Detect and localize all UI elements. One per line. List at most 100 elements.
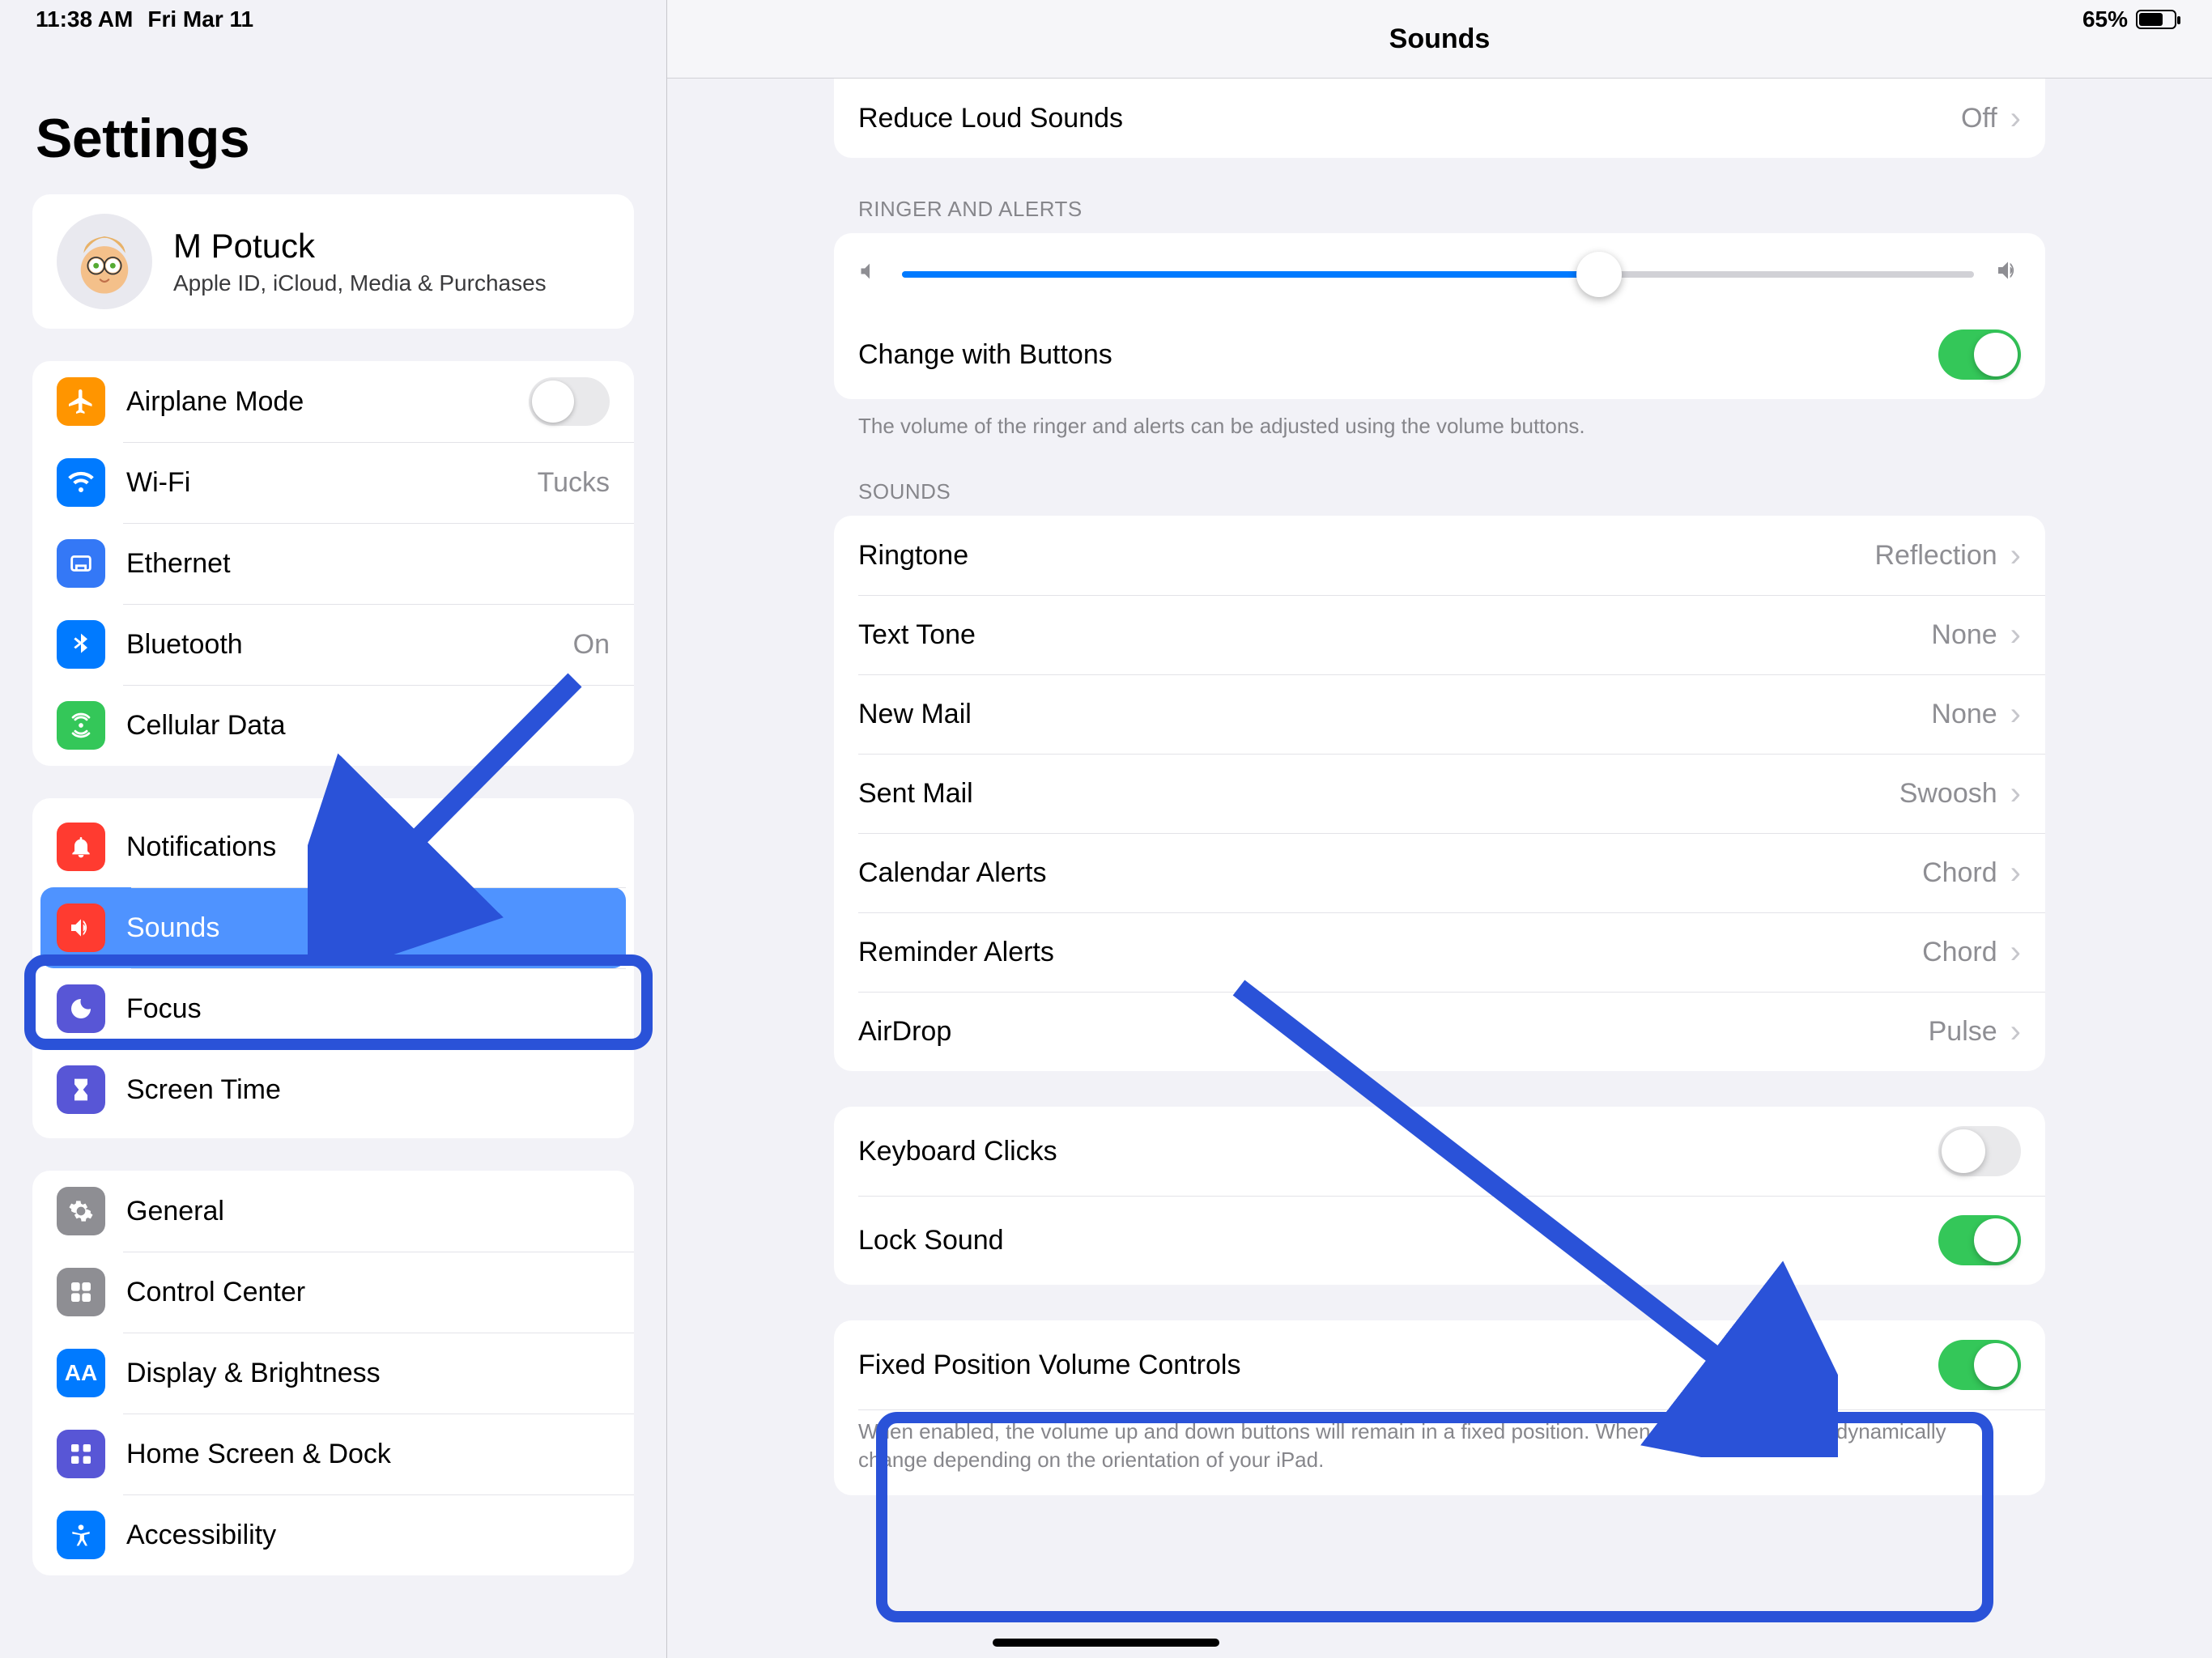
- chevron-right-icon: ›: [2010, 538, 2021, 574]
- profile-card[interactable]: M Potuck Apple ID, iCloud, Media & Purch…: [32, 194, 634, 329]
- home-screen-label: Home Screen & Dock: [126, 1439, 610, 1470]
- reduce-loud-label: Reduce Loud Sounds: [858, 103, 1123, 134]
- sound-item-label: New Mail: [858, 699, 972, 730]
- sounds-label: Sounds: [126, 912, 610, 944]
- status-time: 11:38 AM: [36, 6, 133, 32]
- wifi-icon: [57, 458, 105, 507]
- avatar: [57, 214, 152, 309]
- bluetooth-value: On: [573, 629, 610, 661]
- sidebar-item-airplane[interactable]: Airplane Mode: [32, 361, 634, 442]
- fpvc-toggle[interactable]: [1938, 1340, 2021, 1390]
- chevron-right-icon: ›: [2010, 617, 2021, 653]
- status-date: Fri Mar 11: [147, 6, 253, 32]
- sound-item-value: None: [1931, 699, 1997, 730]
- page-title: Settings: [36, 107, 634, 170]
- row-text-tone[interactable]: Text Tone None ›: [834, 595, 2045, 674]
- chevron-right-icon: ›: [2010, 1014, 2021, 1050]
- screen-time-label: Screen Time: [126, 1074, 610, 1106]
- sound-item-label: Sent Mail: [858, 778, 973, 810]
- accessibility-icon: [57, 1511, 105, 1559]
- sidebar-item-general[interactable]: General: [32, 1171, 634, 1252]
- row-new-mail[interactable]: New Mail None›: [834, 674, 2045, 754]
- fpvc-footer: When enabled, the volume up and down but…: [858, 1418, 2021, 1474]
- bluetooth-label: Bluetooth: [126, 629, 573, 661]
- sound-item-value: Chord: [1922, 937, 1997, 968]
- sidebar-item-bluetooth[interactable]: Bluetooth On: [32, 604, 634, 685]
- notifications-label: Notifications: [126, 831, 610, 863]
- sound-item-value: Chord: [1922, 857, 1997, 889]
- lock-sound-label: Lock Sound: [858, 1225, 1004, 1256]
- reduce-loud-value: Off: [1961, 103, 1997, 134]
- sidebar-item-display[interactable]: AA Display & Brightness: [32, 1333, 634, 1414]
- display-label: Display & Brightness: [126, 1358, 610, 1389]
- control-center-label: Control Center: [126, 1277, 610, 1308]
- sounds-icon: [57, 903, 105, 952]
- slider-track[interactable]: [902, 271, 1974, 278]
- detail-pane: Sounds Reduce Loud Sounds Off› RINGER AN…: [667, 0, 2212, 1658]
- sound-item-value: None: [1931, 619, 1997, 651]
- row-fixed-position-volume[interactable]: Fixed Position Volume Controls: [834, 1320, 2045, 1409]
- ringer-volume-slider[interactable]: [834, 233, 2045, 310]
- row-change-with-buttons[interactable]: Change with Buttons: [834, 310, 2045, 399]
- focus-icon: [57, 984, 105, 1033]
- profile-subtitle: Apple ID, iCloud, Media & Purchases: [173, 270, 547, 296]
- sidebar-item-focus[interactable]: Focus: [40, 968, 626, 1049]
- chevron-right-icon: ›: [2010, 776, 2021, 812]
- row-lock-sound[interactable]: Lock Sound: [834, 1196, 2045, 1285]
- screen-time-icon: [57, 1065, 105, 1114]
- chevron-right-icon: ›: [2010, 100, 2021, 137]
- battery-percentage: 65%: [2082, 6, 2128, 32]
- row-reminder-alerts[interactable]: Reminder Alerts Chord›: [834, 912, 2045, 992]
- keyboard-clicks-toggle[interactable]: [1938, 1126, 2021, 1176]
- keyboard-clicks-label: Keyboard Clicks: [858, 1136, 1057, 1167]
- wifi-label: Wi-Fi: [126, 467, 538, 499]
- chevron-right-icon: ›: [2010, 855, 2021, 891]
- sound-item-value: Pulse: [1929, 1016, 1997, 1048]
- sidebar-item-wifi[interactable]: Wi-Fi Tucks: [32, 442, 634, 523]
- sidebar-item-sounds[interactable]: Sounds: [40, 887, 626, 968]
- sound-item-value: Reflection: [1874, 540, 1997, 572]
- sidebar-item-cellular[interactable]: Cellular Data: [32, 685, 634, 766]
- sidebar-item-accessibility[interactable]: Accessibility: [32, 1494, 634, 1575]
- general-label: General: [126, 1196, 610, 1227]
- airplane-toggle[interactable]: [529, 377, 610, 426]
- accessibility-label: Accessibility: [126, 1520, 610, 1551]
- status-bar: 11:38 AM Fri Mar 11 65%: [0, 0, 2212, 39]
- profile-name: M Potuck: [173, 227, 547, 266]
- sound-item-label: Reminder Alerts: [858, 937, 1054, 968]
- sound-item-label: Text Tone: [858, 619, 976, 651]
- volume-high-icon: [1995, 257, 2021, 291]
- ringer-footer: The volume of the ringer and alerts can …: [834, 399, 2045, 440]
- sidebar-item-notifications[interactable]: Notifications: [40, 806, 626, 887]
- row-ringtone[interactable]: Ringtone Reflection›: [834, 516, 2045, 595]
- ethernet-icon: [57, 539, 105, 588]
- sidebar-item-ethernet[interactable]: Ethernet: [32, 523, 634, 604]
- ringer-alerts-header: RINGER AND ALERTS: [834, 158, 2045, 233]
- fpvc-label: Fixed Position Volume Controls: [858, 1350, 1240, 1381]
- home-indicator: [993, 1639, 1219, 1647]
- display-icon: AA: [57, 1349, 105, 1397]
- cellular-icon: [57, 701, 105, 750]
- wifi-value: Tucks: [538, 467, 610, 499]
- row-airdrop[interactable]: AirDrop Pulse ›: [834, 992, 2045, 1071]
- sound-item-label: AirDrop: [858, 1016, 951, 1048]
- notifications-icon: [57, 823, 105, 871]
- sound-item-label: Calendar Alerts: [858, 857, 1046, 889]
- control-center-icon: [57, 1268, 105, 1316]
- row-keyboard-clicks[interactable]: Keyboard Clicks: [834, 1107, 2045, 1196]
- sidebar-item-home-screen[interactable]: Home Screen & Dock: [32, 1414, 634, 1494]
- general-icon: [57, 1187, 105, 1235]
- slider-thumb[interactable]: [1576, 252, 1622, 297]
- lock-sound-toggle[interactable]: [1938, 1215, 2021, 1265]
- row-sent-mail[interactable]: Sent Mail Swoosh ›: [834, 754, 2045, 833]
- sound-list: Ringtone Reflection›Text Tone None›New M…: [834, 516, 2045, 1071]
- row-calendar-alerts[interactable]: Calendar Alerts Chord ›: [834, 833, 2045, 912]
- sound-item-value: Swoosh: [1899, 778, 1997, 810]
- bluetooth-icon: [57, 620, 105, 669]
- home-screen-icon: [57, 1430, 105, 1478]
- change-buttons-toggle[interactable]: [1938, 329, 2021, 380]
- sidebar-item-control-center[interactable]: Control Center: [32, 1252, 634, 1333]
- row-reduce-loud[interactable]: Reduce Loud Sounds Off ›: [834, 79, 2045, 158]
- battery-icon: [2136, 10, 2176, 29]
- sidebar-item-screen-time[interactable]: Screen Time: [40, 1049, 626, 1130]
